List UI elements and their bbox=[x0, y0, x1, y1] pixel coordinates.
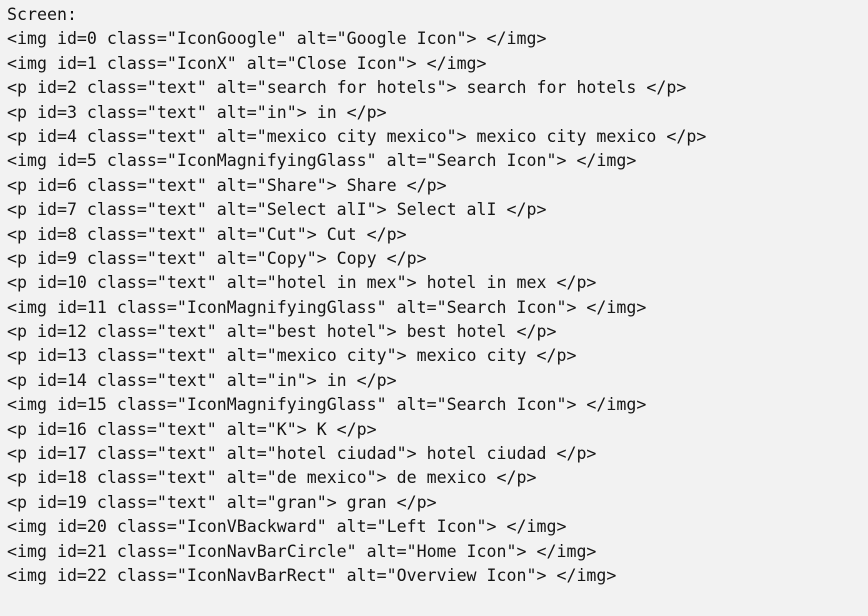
element-line-21: <img id=21 class="IconNavBarCircle" alt=… bbox=[7, 541, 597, 561]
element-line-9: <p id=9 class="text" alt="Copy"> Copy </… bbox=[7, 248, 427, 268]
element-line-13: <p id=13 class="text" alt="mexico city">… bbox=[7, 346, 577, 366]
element-line-16: <p id=16 class="text" alt="K"> K </p> bbox=[7, 419, 377, 439]
element-line-1: <img id=1 class="IconX" alt="Close Icon"… bbox=[7, 53, 487, 73]
element-line-4: <p id=4 class="text" alt="mexico city me… bbox=[7, 126, 707, 146]
element-line-14: <p id=14 class="text" alt="in"> in </p> bbox=[7, 370, 397, 390]
element-line-20: <img id=20 class="IconVBackward" alt="Le… bbox=[7, 517, 567, 537]
element-line-7: <p id=7 class="text" alt="Select alI"> S… bbox=[7, 200, 547, 220]
element-line-10: <p id=10 class="text" alt="hotel in mex"… bbox=[7, 273, 597, 293]
screen-element-listing: Screen: <img id=0 class="IconGoogle" alt… bbox=[0, 0, 868, 616]
element-line-2: <p id=2 class="text" alt="search for hot… bbox=[7, 78, 687, 98]
element-line-5: <img id=5 class="IconMagnifyingGlass" al… bbox=[7, 151, 637, 171]
element-line-15: <img id=15 class="IconMagnifyingGlass" a… bbox=[7, 395, 647, 415]
element-lines-container: <img id=0 class="IconGoogle" alt="Google… bbox=[7, 27, 868, 588]
element-line-3: <p id=3 class="text" alt="in"> in </p> bbox=[7, 102, 387, 122]
screen-listing-header: Screen: bbox=[7, 5, 77, 24]
element-line-11: <img id=11 class="IconMagnifyingGlass" a… bbox=[7, 297, 647, 317]
element-line-18: <p id=18 class="text" alt="de mexico"> d… bbox=[7, 468, 537, 488]
element-line-17: <p id=17 class="text" alt="hotel ciudad"… bbox=[7, 444, 597, 464]
element-line-19: <p id=19 class="text" alt="gran"> gran <… bbox=[7, 492, 437, 512]
element-line-6: <p id=6 class="text" alt="Share"> Share … bbox=[7, 175, 447, 195]
element-line-22: <img id=22 class="IconNavBarRect" alt="O… bbox=[7, 565, 617, 585]
element-line-12: <p id=12 class="text" alt="best hotel"> … bbox=[7, 322, 557, 342]
element-line-8: <p id=8 class="text" alt="Cut"> Cut </p> bbox=[7, 224, 407, 244]
element-line-0: <img id=0 class="IconGoogle" alt="Google… bbox=[7, 29, 547, 49]
